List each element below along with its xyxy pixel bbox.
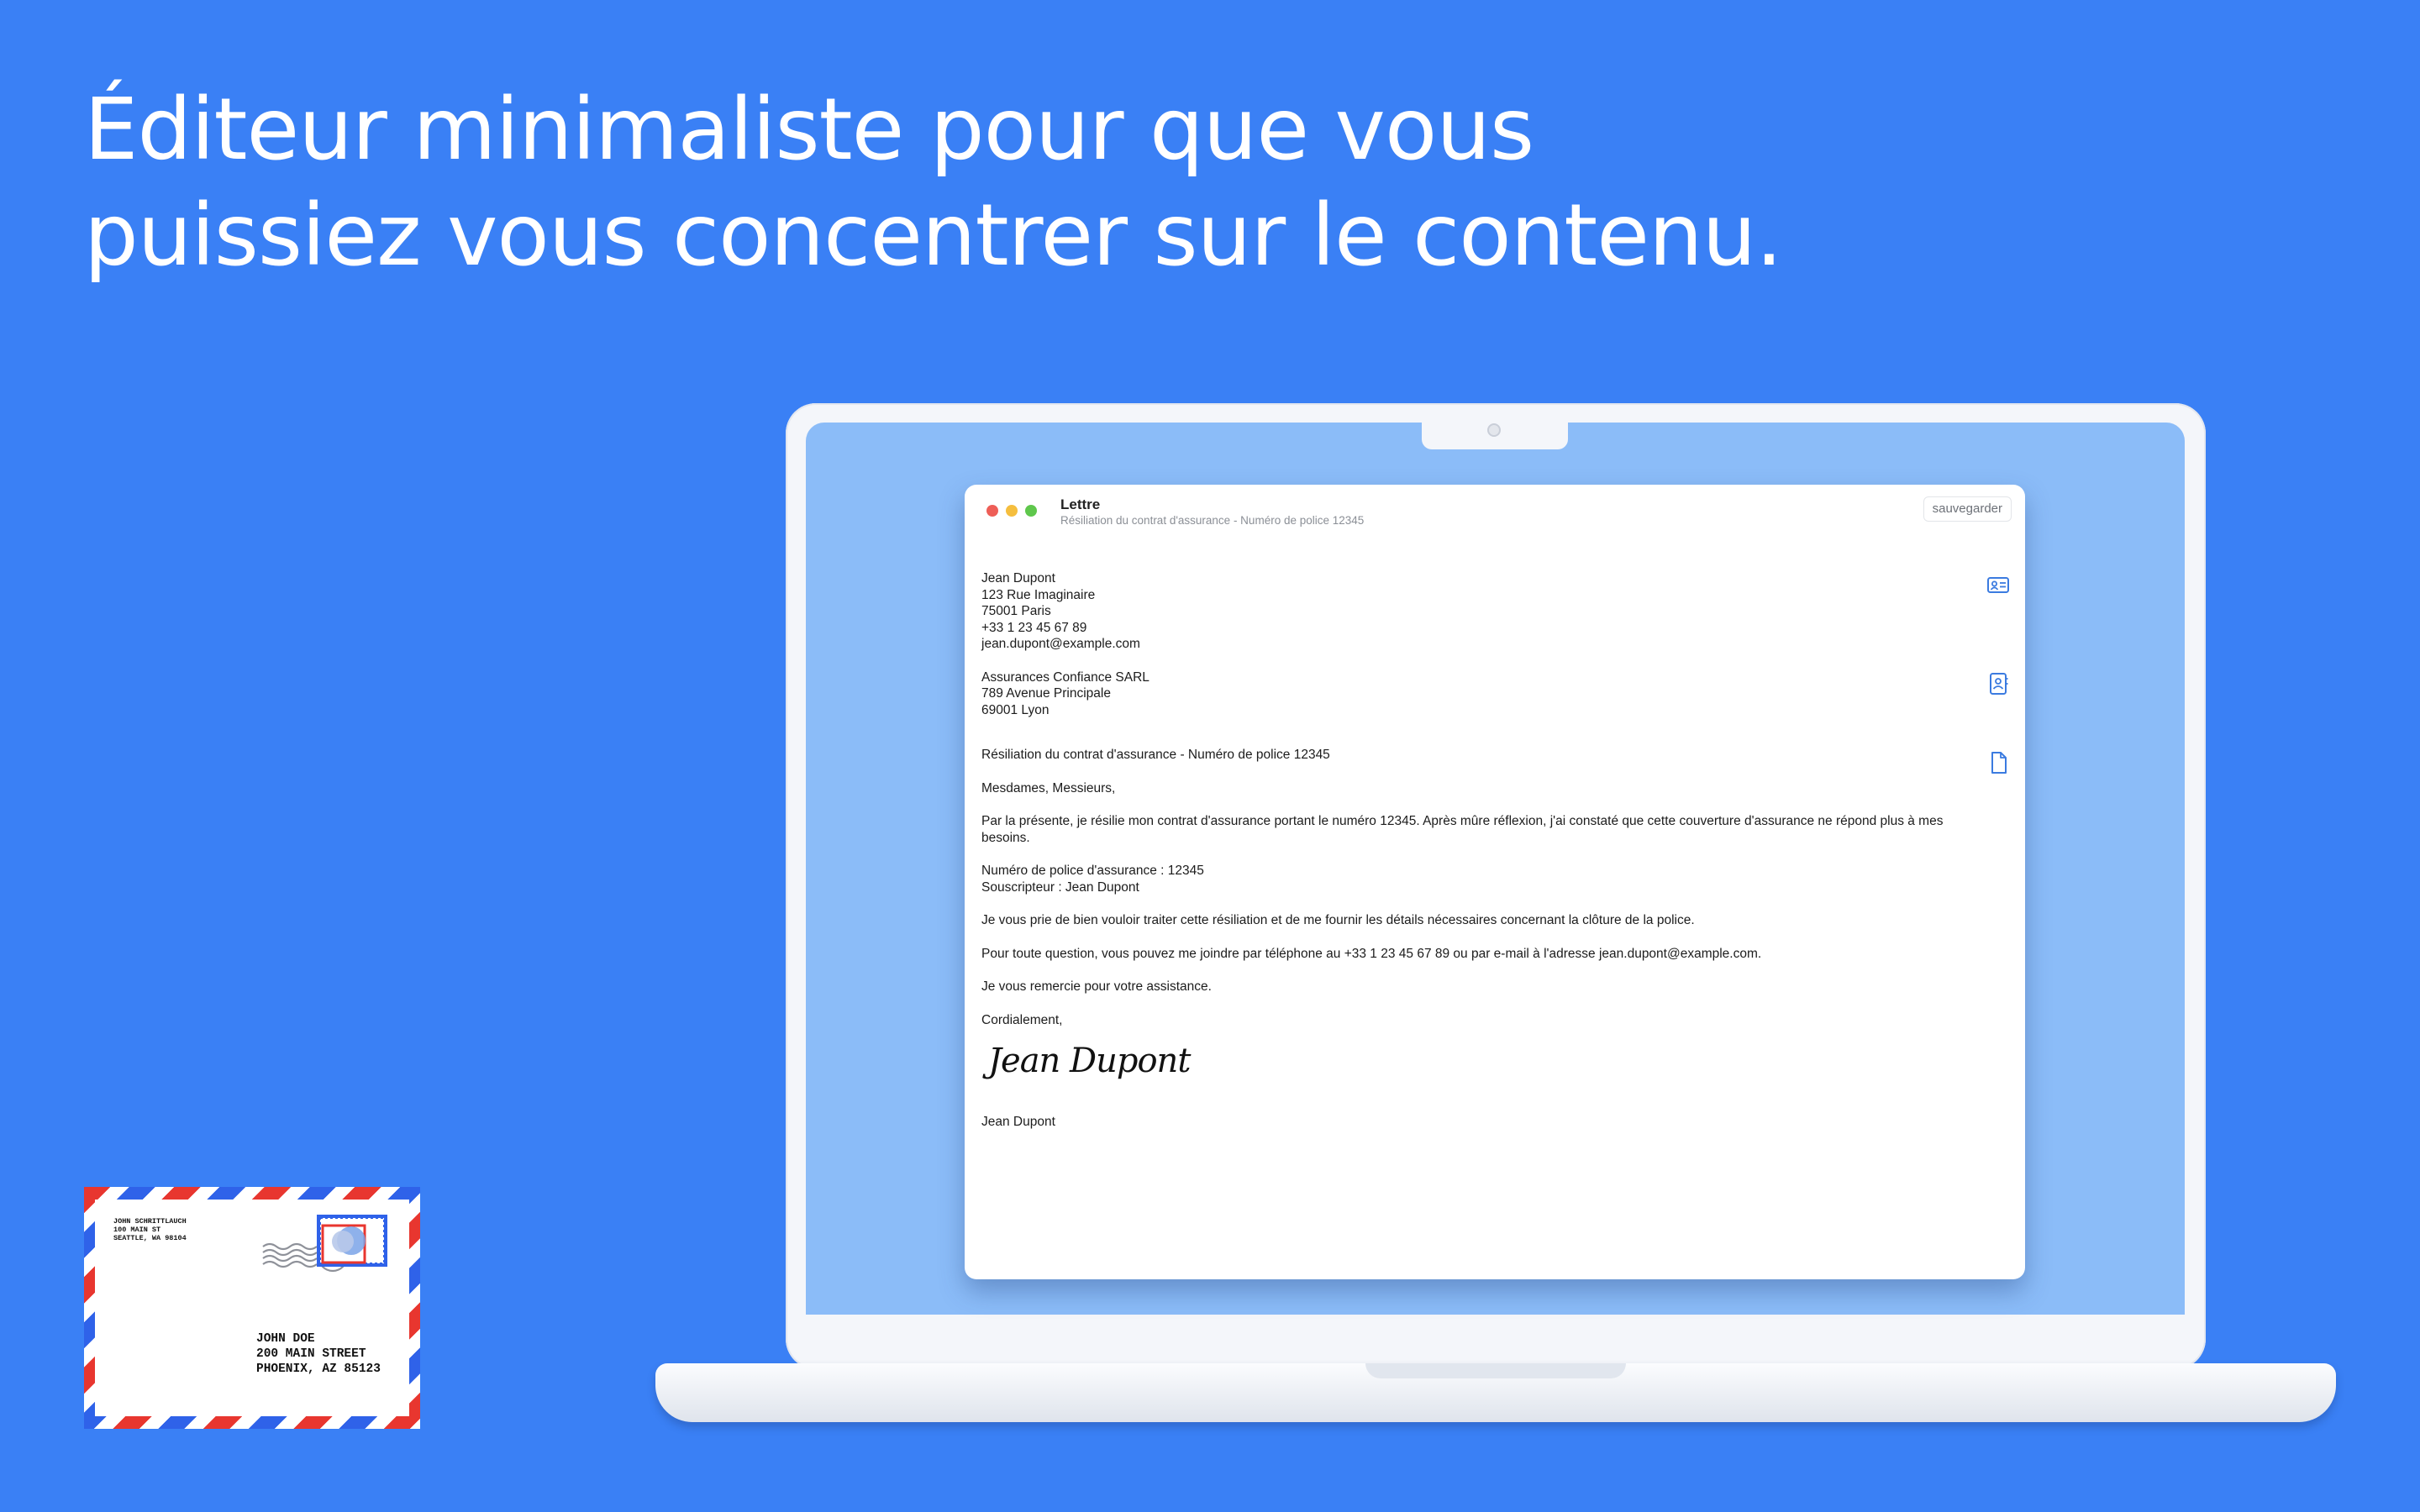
signer-name: Jean Dupont <box>981 1115 1055 1129</box>
window-title: Lettre <box>1060 496 1101 512</box>
window-subtitle: Résiliation du contrat d'assurance - Num… <box>1060 514 1365 527</box>
headline: Éditeur minimaliste pour que vous puissi… <box>84 77 1783 289</box>
close-window-button[interactable] <box>986 505 998 517</box>
sender-block: Jean Dupont 123 Rue Imaginaire 75001 Par… <box>981 570 1990 653</box>
postage-stamp <box>317 1215 387 1267</box>
letter-content[interactable]: Jean Dupont 123 Rue Imaginaire 75001 Par… <box>981 570 1990 1131</box>
sender-line: 75001 Paris <box>981 604 1051 618</box>
envelope-recipient-address: JOHN DOE 200 MAIN STREET PHOENIX, AZ 851… <box>256 1331 381 1377</box>
camera-icon <box>1487 423 1501 437</box>
app-window: Lettre Résiliation du contrat d'assuranc… <box>965 485 2025 1279</box>
letter-paragraph: Je vous prie de bien vouloir traiter cet… <box>981 913 1695 927</box>
minimize-window-button[interactable] <box>1006 505 1018 517</box>
laptop-base-groove <box>1365 1363 1626 1378</box>
save-button[interactable]: sauvegarder <box>1923 496 2012 522</box>
sender-line: +33 1 23 45 67 89 <box>981 620 1087 635</box>
envelope-sender-line: SEATTLE, WA 98104 <box>113 1234 187 1242</box>
letter-paragraph: Par la présente, je résilie mon contrat … <box>981 814 1944 845</box>
sender-line: jean.dupont@example.com <box>981 637 1140 651</box>
recipient-line: 789 Avenue Principale <box>981 686 1111 701</box>
zoom-window-button[interactable] <box>1025 505 1037 517</box>
letter-paragraph: Pour toute question, vous pouvez me join… <box>981 946 1762 961</box>
headline-line-2: puissiez vous concentrer sur le contenu. <box>84 186 1783 286</box>
sender-line: Jean Dupont <box>981 571 1055 585</box>
envelope-sender-line: JOHN SCHRITTLAUCH <box>113 1217 187 1226</box>
letter-paragraph: Je vous remercie pour votre assistance. <box>981 979 1212 994</box>
recipient-line: 69001 Lyon <box>981 702 1050 717</box>
letter-salutation: Mesdames, Messieurs, <box>981 780 1116 795</box>
envelope-sender-address: JOHN SCHRITTLAUCH 100 MAIN ST SEATTLE, W… <box>113 1217 187 1242</box>
policy-details: Numéro de police d'assurance : 12345 Sou… <box>981 863 1990 895</box>
recipient-line: Assurances Confiance SARL <box>981 669 1150 685</box>
envelope-recipient-line: 200 MAIN STREET <box>256 1347 366 1361</box>
sender-line: 123 Rue Imaginaire <box>981 587 1096 602</box>
headline-line-1: Éditeur minimaliste pour que vous <box>84 80 1534 180</box>
subscriber: Souscripteur : Jean Dupont <box>981 879 1139 895</box>
recipient-block: Assurances Confiance SARL 789 Avenue Pri… <box>981 669 1990 719</box>
envelope-sender-line: 100 MAIN ST <box>113 1226 161 1234</box>
handwritten-signature: Jean Dupont <box>988 1042 1191 1080</box>
letter-subject: Résiliation du contrat d'assurance - Num… <box>981 748 1330 762</box>
envelope-recipient-line: JOHN DOE <box>256 1332 315 1346</box>
envelope-recipient-line: PHOENIX, AZ 85123 <box>256 1362 381 1376</box>
policy-number: Numéro de police d'assurance : 12345 <box>981 864 1204 878</box>
letter-closing: Cordialement, <box>981 1012 1063 1027</box>
